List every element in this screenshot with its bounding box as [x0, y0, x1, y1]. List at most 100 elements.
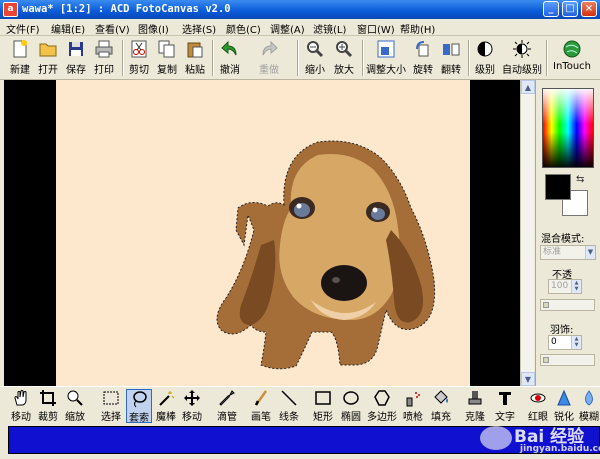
intouch-button[interactable]: InTouch [552, 39, 592, 77]
cut-button[interactable]: 剪切 [127, 39, 151, 77]
blend-mode-select[interactable]: 标准 ▼ [540, 245, 596, 260]
fill-bucket-icon [434, 390, 448, 404]
blend-mode-label: 混合模式: [541, 234, 585, 245]
spinner-arrows-icon: ▲ ▼ [571, 336, 581, 349]
flip-icon [443, 43, 460, 56]
open-folder-icon [39, 43, 57, 57]
image-canvas[interactable] [56, 80, 470, 386]
menu-select[interactable]: 选择(S) [182, 21, 216, 36]
menu-edit[interactable]: 编辑(E) [51, 21, 85, 36]
tool-lasso[interactable]: 套索 [126, 389, 152, 424]
menu-view[interactable]: 查看(V) [95, 21, 130, 36]
move-arrows-icon [184, 390, 200, 406]
tool-rectangle[interactable]: 矩形 [312, 389, 334, 423]
menu-file[interactable]: 文件(F) [6, 21, 40, 36]
scroll-up-icon[interactable]: ▲ [521, 80, 535, 94]
scroll-down-icon[interactable]: ▼ [521, 372, 535, 386]
levels-button[interactable]: 级别 [473, 39, 497, 77]
menu-filter[interactable]: 滤镜(L) [313, 21, 346, 36]
zoom-in-label: 放大 [334, 65, 354, 76]
menu-help[interactable]: 帮助(H) [400, 21, 435, 36]
tool-fill[interactable]: 填充 [430, 389, 452, 423]
main-toolbar: 新建 打开 保存 打印 剪切 复制 粘贴 撤消 重做 缩小 放大 调整大小 旋转… [0, 36, 600, 80]
lasso-icon [133, 391, 147, 408]
flip-button[interactable]: 翻转 [439, 39, 463, 77]
menu-color[interactable]: 颜色(C) [226, 21, 261, 36]
tool-eyedropper-label: 滴管 [217, 412, 237, 423]
tool-line-label: 线条 [279, 412, 299, 423]
resize-button[interactable]: 调整大小 [365, 39, 407, 77]
tool-select[interactable]: 选择 [100, 389, 122, 423]
resize-label: 调整大小 [366, 65, 406, 76]
paste-icon [187, 42, 203, 58]
swap-colors-icon[interactable]: ⇆ [576, 174, 584, 185]
redo-label: 重做 [259, 65, 279, 76]
tool-pan[interactable]: 移动 [10, 389, 32, 423]
copy-button[interactable]: 复制 [155, 39, 179, 77]
undo-icon [221, 40, 237, 56]
tool-ellipse[interactable]: 椭圆 [340, 389, 362, 423]
tool-crop[interactable]: 裁剪 [37, 389, 59, 423]
redo-icon [262, 40, 278, 56]
zoom-out-button[interactable]: 缩小 [302, 39, 328, 77]
minimize-button[interactable]: _ [543, 1, 559, 17]
color-spectrum-picker[interactable] [542, 88, 594, 168]
foreground-color-swatch[interactable] [545, 174, 571, 200]
sharpen-icon [557, 389, 571, 406]
tool-airbrush-label: 喷枪 [403, 412, 423, 423]
slider-thumb[interactable] [543, 302, 549, 308]
tool-airbrush[interactable]: 喷枪 [402, 389, 424, 423]
rotate-button[interactable]: 旋转 [411, 39, 435, 77]
canvas-area[interactable] [4, 80, 520, 386]
window-title: wawa* [1:2] : ACD FotoCanvas v2.0 [22, 3, 231, 15]
save-button[interactable]: 保存 [64, 39, 88, 77]
auto-levels-icon [513, 40, 531, 58]
eyedropper-icon [219, 390, 235, 406]
airbrush-icon [406, 392, 420, 407]
tool-magic-wand[interactable]: 魔棒 [155, 389, 177, 423]
zoom-in-button[interactable]: 放大 [331, 39, 357, 77]
tool-line[interactable]: 线条 [278, 389, 300, 423]
toolbar-separator [362, 40, 364, 76]
cut-icon [131, 40, 147, 58]
undo-label: 撤消 [220, 65, 240, 76]
menu-adjust[interactable]: 调整(A) [270, 21, 305, 36]
undo-button[interactable]: 撤消 [218, 39, 242, 77]
magnifier-icon [67, 390, 83, 406]
tool-brush[interactable]: 画笔 [250, 389, 272, 423]
tool-zoom[interactable]: 缩放 [64, 389, 86, 423]
vertical-scrollbar[interactable]: ▲ ▼ [520, 80, 535, 386]
rectangle-icon [315, 391, 331, 405]
redo-button[interactable]: 重做 [256, 39, 282, 77]
tool-move[interactable]: 移动 [181, 389, 203, 423]
tool-eyedropper[interactable]: 滴管 [216, 389, 238, 423]
print-button[interactable]: 打印 [92, 39, 116, 77]
opacity-slider[interactable] [540, 299, 595, 311]
tool-polygon[interactable]: 多边形 [367, 389, 397, 423]
slider-thumb[interactable] [543, 357, 549, 363]
menu-window[interactable]: 窗口(W) [357, 21, 395, 36]
new-button[interactable]: 新建 [8, 39, 32, 77]
auto-levels-button[interactable]: 自动级别 [501, 39, 543, 77]
zoom-out-label: 缩小 [305, 65, 325, 76]
feather-spinner[interactable]: 0 ▲ ▼ [548, 335, 582, 350]
title-bar[interactable]: a wawa* [1:2] : ACD FotoCanvas v2.0 _ □ … [0, 0, 600, 19]
red-eye-icon [530, 393, 546, 403]
copy-icon [158, 40, 175, 58]
feather-value: 0 [551, 337, 557, 347]
feather-label: 羽饰: [550, 325, 574, 336]
feather-slider[interactable] [540, 354, 595, 366]
tool-rectangle-label: 矩形 [313, 412, 333, 423]
open-button[interactable]: 打开 [36, 39, 60, 77]
ellipse-icon [343, 391, 359, 405]
opacity-spinner[interactable]: 100 ▲ ▼ [548, 279, 582, 294]
magic-wand-icon [159, 391, 175, 406]
close-button[interactable]: × [581, 1, 597, 17]
paste-button[interactable]: 粘贴 [183, 39, 207, 77]
maximize-button[interactable]: □ [562, 1, 578, 17]
menu-image[interactable]: 图像(I) [138, 21, 169, 36]
line-icon [281, 390, 297, 406]
intouch-globe-icon [563, 40, 581, 58]
copy-label: 复制 [157, 65, 177, 76]
tool-pan-label: 移动 [11, 412, 31, 423]
